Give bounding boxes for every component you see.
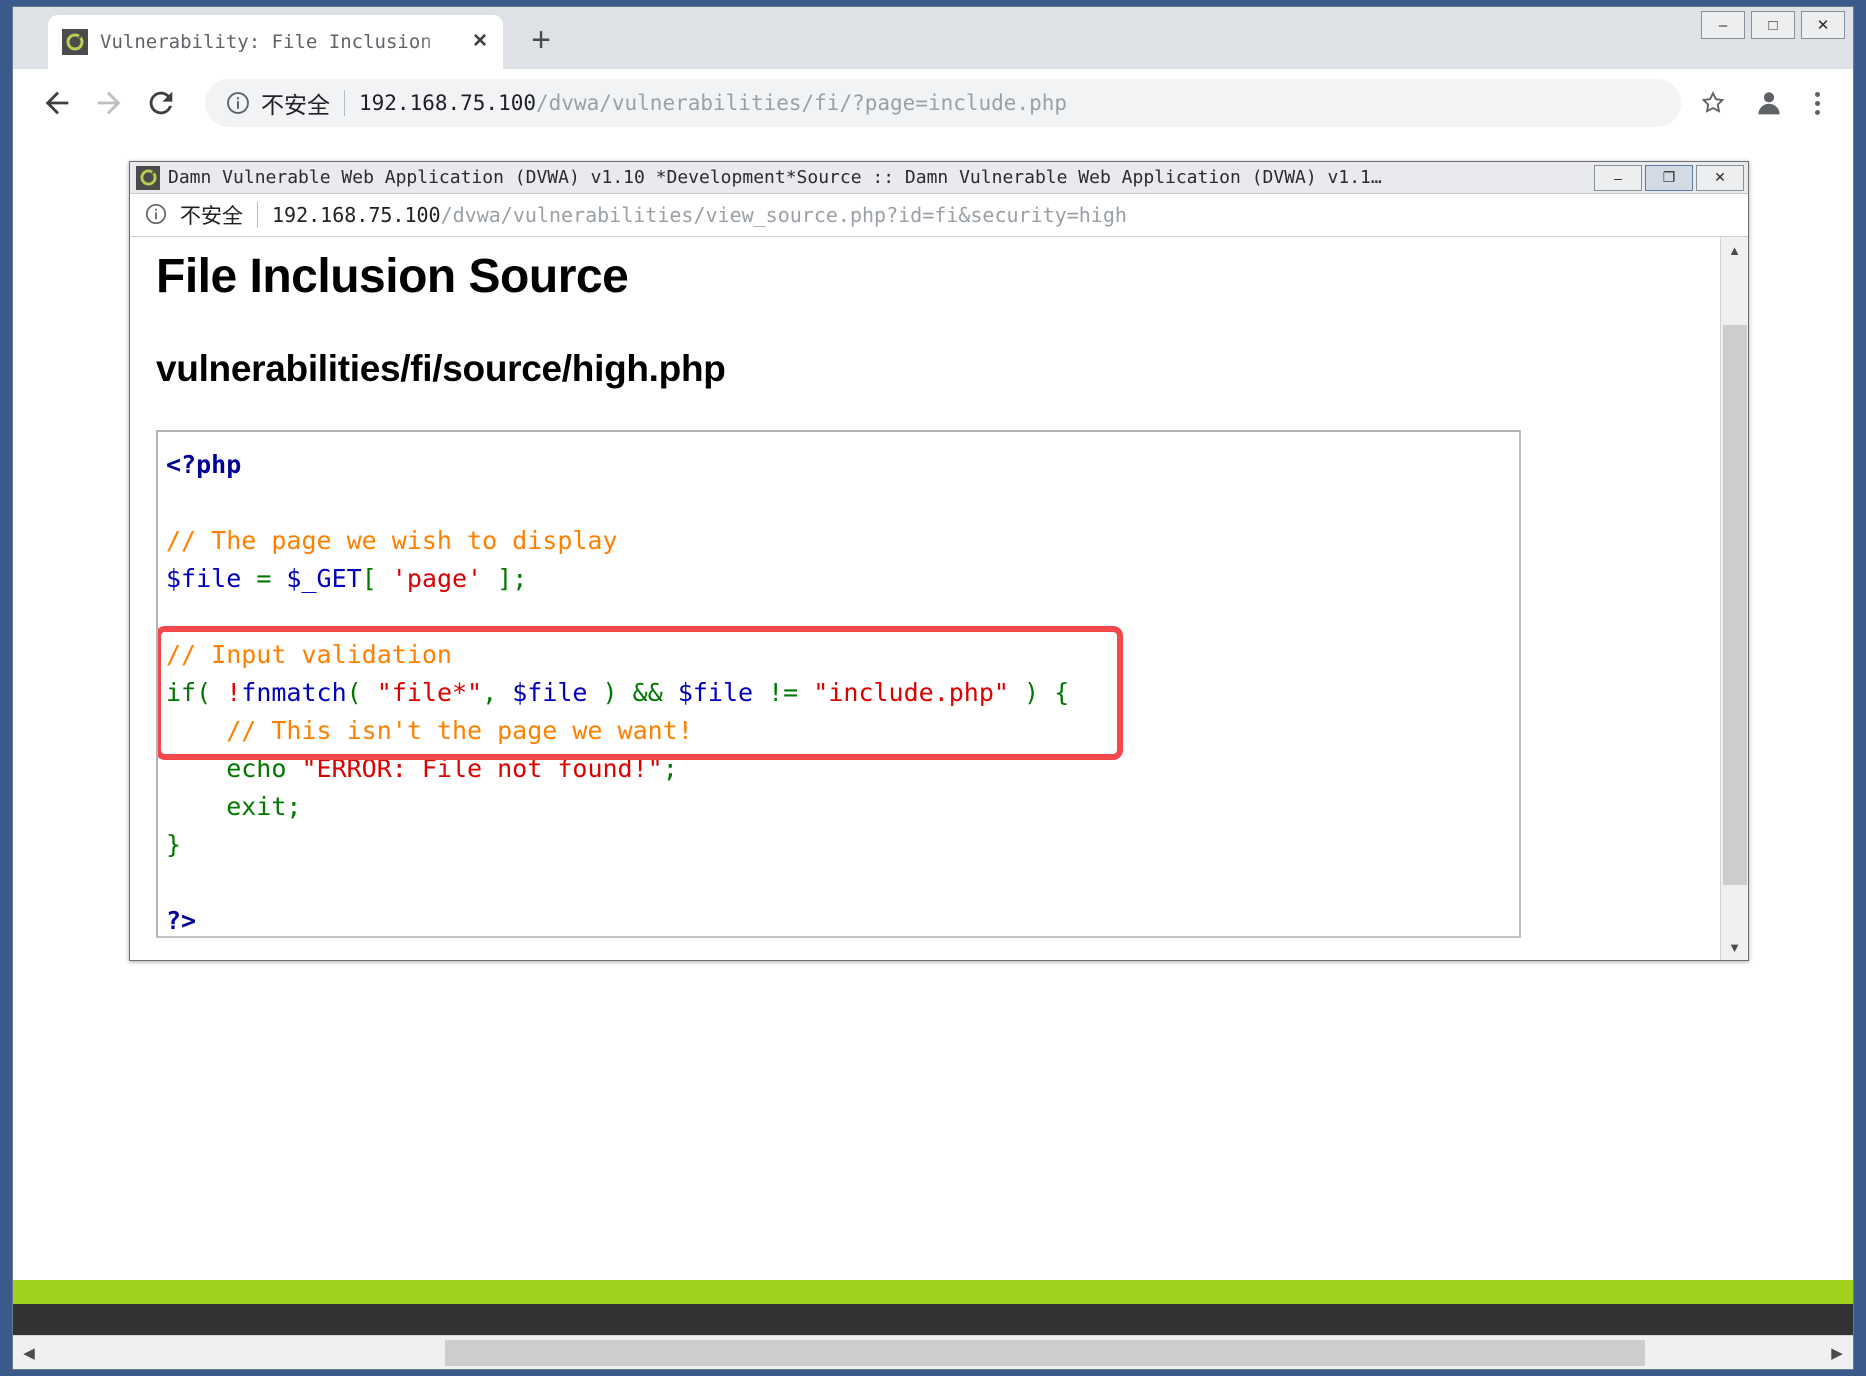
browser-toolbar: 不安全 192.168.75.100/dvwa/vulnerabilities/… xyxy=(13,69,1853,137)
url-path: /dvwa/vulnerabilities/fi/?page=include.p… xyxy=(536,91,1068,115)
new-tab-button[interactable]: + xyxy=(519,20,563,64)
scroll-up-arrow-icon[interactable]: ▲ xyxy=(1721,237,1748,264)
hscrollbar-track[interactable] xyxy=(45,1336,1821,1369)
popup-body: File Inclusion Source vulnerabilities/fi… xyxy=(130,237,1748,960)
scroll-down-arrow-icon[interactable]: ▼ xyxy=(1721,934,1748,960)
browser-tab[interactable]: Vulnerability: File Inclusion × xyxy=(48,15,503,69)
security-status-label: 不安全 xyxy=(261,93,330,119)
popup-url-path: /dvwa/vulnerabilities/view_source.php?id… xyxy=(440,203,1127,228)
code-token: $file xyxy=(512,678,588,708)
close-button[interactable]: ✕ xyxy=(1801,11,1845,39)
address-bar[interactable]: 不安全 192.168.75.100/dvwa/vulnerabilities/… xyxy=(205,79,1681,127)
code-token: // The page we wish to display xyxy=(166,526,618,556)
maximize-button[interactable]: □ xyxy=(1751,11,1795,39)
popup-title-bar[interactable]: Damn Vulnerable Web Application (DVWA) v… xyxy=(130,162,1748,195)
bookmark-star-icon[interactable] xyxy=(1693,83,1733,123)
address-bar-url: 192.168.75.100/dvwa/vulnerabilities/fi/?… xyxy=(359,91,1067,115)
code-token: // Input validation xyxy=(166,640,452,670)
tab-strip: Vulnerability: File Inclusion × + – □ ✕ xyxy=(13,7,1853,69)
omnibox-divider xyxy=(344,90,345,116)
code-token: 'page' xyxy=(391,564,483,594)
url-host: 192.168.75.100 xyxy=(359,91,537,115)
code-token: if( xyxy=(166,678,227,708)
info-circle-icon[interactable] xyxy=(225,90,251,116)
chrome-browser-window: Vulnerability: File Inclusion × + – □ ✕ … xyxy=(12,6,1854,1370)
source-code-box: <?php // The page we wish to display $fi… xyxy=(156,430,1521,939)
code-token: ]; xyxy=(482,564,528,594)
minimize-button[interactable]: – xyxy=(1701,11,1745,39)
code-token: [ xyxy=(361,564,392,594)
code-token: && xyxy=(632,678,663,708)
kebab-menu-icon[interactable] xyxy=(1799,81,1835,125)
hscrollbar-thumb[interactable] xyxy=(445,1339,1645,1366)
popup-address-bar-url: 192.168.75.100/dvwa/vulnerabilities/view… xyxy=(272,203,1127,227)
popup-security-status-label: 不安全 xyxy=(180,204,243,229)
code-token: exit xyxy=(166,792,287,822)
popup-url-host: 192.168.75.100 xyxy=(272,203,441,228)
tab-close-icon[interactable]: × xyxy=(467,29,493,55)
code-token: } xyxy=(166,830,182,860)
code-token: ; xyxy=(286,792,302,822)
page-viewport: Damn Vulnerable Web Application (DVWA) v… xyxy=(13,137,1853,1369)
source-view-content: File Inclusion Source vulnerabilities/fi… xyxy=(130,237,1720,960)
info-circle-icon[interactable] xyxy=(144,202,170,228)
code-token: echo xyxy=(166,754,302,784)
popup-close-button[interactable]: ✕ xyxy=(1696,164,1744,191)
code-token: "ERROR: File not found!" xyxy=(301,754,663,784)
code-token: ) { xyxy=(1008,678,1070,708)
code-token: ! xyxy=(226,678,242,708)
dvwa-logo-icon xyxy=(62,29,88,55)
code-token: ?> xyxy=(166,906,197,936)
forward-button[interactable] xyxy=(83,77,135,129)
window-controls: – □ ✕ xyxy=(1701,11,1845,39)
page-horizontal-scrollbar[interactable]: ◀ ▶ xyxy=(13,1335,1853,1369)
scrollbar-thumb[interactable] xyxy=(1722,325,1747,886)
dvwa-logo-icon xyxy=(136,165,160,190)
code-token: ) xyxy=(587,678,633,708)
code-token: $_GET xyxy=(286,564,362,594)
code-token: ( xyxy=(346,678,377,708)
menu-dot xyxy=(1814,100,1820,106)
code-token: fnmatch xyxy=(241,678,347,708)
popup-minimize-button[interactable]: – xyxy=(1594,164,1642,191)
code-token: $file xyxy=(677,678,754,708)
view-source-popup-window: Damn Vulnerable Web Application (DVWA) v… xyxy=(129,161,1749,961)
source-file-path-heading: vulnerabilities/fi/source/high.php xyxy=(156,348,726,390)
menu-dot xyxy=(1814,91,1820,97)
popup-window-controls: – ❐ ✕ xyxy=(1594,164,1744,191)
code-token: "include.php" xyxy=(813,678,1009,708)
code-token: , xyxy=(482,678,513,708)
code-token: // This isn't the page we want! xyxy=(166,716,693,746)
code-token: != xyxy=(753,678,814,708)
popup-title-text: Damn Vulnerable Web Application (DVWA) v… xyxy=(168,167,1382,189)
popup-omnibox-divider xyxy=(257,202,258,229)
reload-button[interactable] xyxy=(135,77,187,129)
code-token: <?php xyxy=(166,450,242,480)
popup-vertical-scrollbar[interactable]: ▲ ▼ xyxy=(1720,237,1748,960)
tab-title: Vulnerability: File Inclusion xyxy=(100,31,432,53)
scroll-left-arrow-icon[interactable]: ◀ xyxy=(13,1337,45,1369)
back-button[interactable] xyxy=(31,77,83,129)
profile-avatar-icon[interactable] xyxy=(1747,81,1791,125)
footer-accent-bar xyxy=(13,1280,1853,1304)
popup-restore-button[interactable]: ❐ xyxy=(1645,164,1693,191)
page-title: File Inclusion Source xyxy=(156,250,629,304)
code-token: ; xyxy=(662,754,678,784)
php-source-code: <?php // The page we wish to display $fi… xyxy=(166,446,1519,936)
scrollbar-track[interactable] xyxy=(1721,263,1748,934)
code-token: $file xyxy=(166,564,242,594)
popup-address-bar[interactable]: 不安全 192.168.75.100/dvwa/vulnerabilities/… xyxy=(130,194,1748,238)
scroll-right-arrow-icon[interactable]: ▶ xyxy=(1821,1337,1853,1369)
menu-dot xyxy=(1814,109,1820,115)
code-token: = xyxy=(241,564,287,594)
code-token: "file*" xyxy=(376,678,483,708)
